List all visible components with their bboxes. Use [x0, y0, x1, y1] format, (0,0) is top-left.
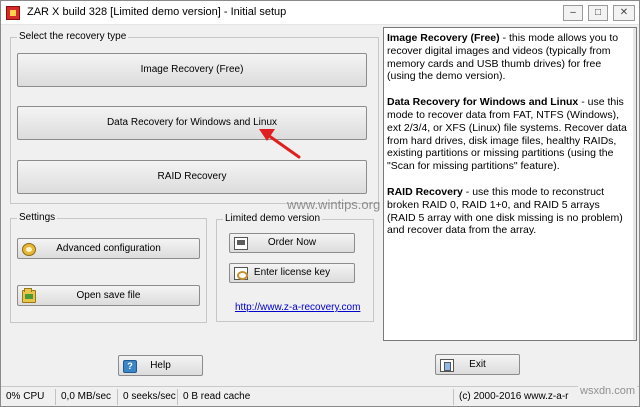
open-save-file-label: Open save file	[76, 290, 141, 301]
advanced-configuration-button[interactable]: Advanced configuration	[17, 238, 200, 259]
minimize-button[interactable]: –	[563, 5, 583, 21]
status-cpu: 0% CPU	[6, 391, 45, 402]
image-recovery-label: Image Recovery (Free)	[140, 64, 244, 75]
window-title: ZAR X build 328 [Limited demo version] -…	[27, 6, 287, 18]
image-recovery-button[interactable]: Image Recovery (Free)	[17, 53, 367, 87]
data-recovery-label: Data Recovery for Windows and Linux	[106, 117, 278, 128]
data-recovery-description-title: Data Recovery for Windows and Linux	[387, 96, 579, 109]
exit-button[interactable]: Exit	[435, 354, 520, 375]
website-link[interactable]: http://www.z-a-recovery.com	[235, 302, 360, 313]
status-divider	[453, 389, 454, 405]
watermark-center: www.wintips.org	[287, 197, 381, 212]
image-recovery-description: Image Recovery (Free) - this mode allows…	[387, 32, 631, 83]
data-recovery-button[interactable]: Data Recovery for Windows and Linux	[17, 106, 367, 140]
description-text: Image Recovery (Free) - this mode allows…	[387, 32, 631, 250]
raid-recovery-label: RAID Recovery	[157, 171, 227, 182]
title-bar: ZAR X build 328 [Limited demo version] -…	[1, 1, 639, 25]
open-save-file-button[interactable]: Open save file	[17, 285, 200, 306]
app-logo-icon	[6, 6, 20, 20]
exit-label: Exit	[469, 359, 486, 370]
advanced-configuration-label: Advanced configuration	[56, 243, 161, 254]
status-seeks: 0 seeks/sec	[123, 391, 176, 402]
annotation-arrow-icon	[259, 129, 301, 159]
status-divider	[177, 389, 178, 405]
status-divider	[55, 389, 56, 405]
close-button[interactable]: ✕	[613, 5, 635, 21]
help-button[interactable]: ? Help	[118, 355, 203, 376]
help-label: Help	[150, 360, 171, 371]
maximize-button[interactable]: □	[588, 5, 608, 21]
recovery-type-group-label: Select the recovery type	[17, 31, 129, 42]
enter-license-key-button[interactable]: Enter license key	[229, 263, 355, 283]
raid-recovery-button[interactable]: RAID Recovery	[17, 160, 367, 194]
enter-license-key-label: Enter license key	[253, 267, 331, 278]
status-divider	[117, 389, 118, 405]
image-recovery-description-title: Image Recovery (Free)	[387, 32, 500, 44]
demo-version-group-label: Limited demo version	[223, 213, 323, 224]
watermark-corner: wsxdn.com	[578, 385, 638, 397]
status-read-cache: 0 B read cache	[183, 391, 251, 402]
settings-group: Settings	[10, 212, 207, 323]
order-now-label: Order Now	[267, 237, 317, 248]
status-bar: 0% CPU 0,0 MB/sec 0 seeks/sec 0 B read c…	[1, 386, 639, 406]
status-copyright: (c) 2000-2016 www.z-a-r	[459, 391, 569, 402]
data-recovery-description: Data Recovery for Windows and Linux - us…	[387, 96, 631, 173]
status-throughput: 0,0 MB/sec	[61, 391, 112, 402]
description-panel: Image Recovery (Free) - this mode allows…	[383, 27, 637, 341]
app-window: ZAR X build 328 [Limited demo version] -…	[0, 0, 640, 407]
description-scrollbar[interactable]	[633, 28, 636, 340]
raid-recovery-description: RAID Recovery - use this mode to reconst…	[387, 186, 631, 237]
settings-group-label: Settings	[17, 212, 58, 223]
order-now-button[interactable]: Order Now	[229, 233, 355, 253]
raid-recovery-description-title: RAID Recovery	[387, 185, 463, 198]
